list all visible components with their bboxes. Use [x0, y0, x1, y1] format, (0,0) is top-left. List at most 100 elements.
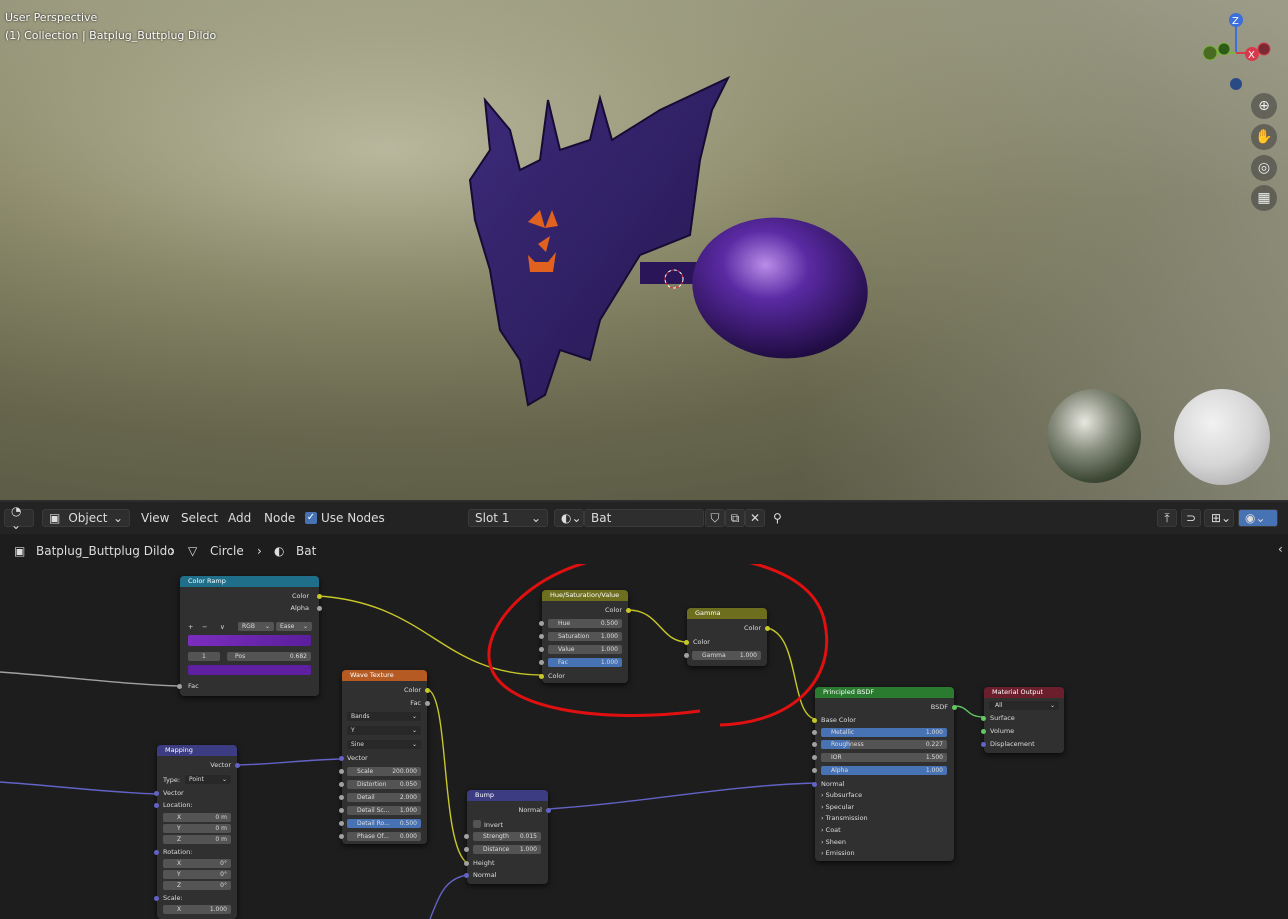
distortion-field[interactable]: Distortion 0.050: [347, 780, 421, 789]
location-x-field[interactable]: X0 m: [163, 813, 231, 822]
menu-select[interactable]: Select: [181, 509, 218, 527]
material-browse-button[interactable]: ◐⌄: [554, 509, 584, 527]
node-principled-bsdf[interactable]: Principled BSDF BSDF Base Color Metallic…: [812, 687, 957, 861]
socket-height-in[interactable]: [464, 861, 469, 866]
node-material-output[interactable]: Material Output All ⌄ Surface Volume Disp…: [981, 687, 1064, 753]
chevron-down-icon[interactable]: ∨: [220, 623, 225, 631]
color-mode-dropdown[interactable]: RGB ⌄: [238, 622, 274, 631]
socket-color-out[interactable]: [317, 594, 322, 599]
add-stop-button[interactable]: +: [188, 623, 193, 631]
socket-vector-out[interactable]: [235, 763, 240, 768]
3d-viewport[interactable]: User Perspective (1) Collection | Batplu…: [0, 0, 1288, 500]
socket-vector-in[interactable]: [154, 791, 159, 796]
socket-base-color-in[interactable]: [812, 718, 817, 723]
menu-node[interactable]: Node: [264, 509, 295, 527]
socket-displacement-in[interactable]: [981, 742, 986, 747]
use-nodes-toggle[interactable]: ✓ Use Nodes: [305, 509, 385, 527]
remove-stop-button[interactable]: −: [202, 623, 207, 631]
scale-field[interactable]: Scale 200.000: [347, 767, 421, 776]
distance-field[interactable]: Distance 1.000: [473, 845, 541, 854]
parent-node-tree-icon[interactable]: ⤒: [1157, 509, 1177, 527]
ior-field[interactable]: IOR 1.500: [821, 753, 947, 762]
socket-surface-in[interactable]: [981, 716, 986, 721]
node-editor-canvas[interactable]: Color Ramp Color Alpha + − ∨ RGB ⌄ Ease ⌄ …: [0, 564, 1288, 919]
value-field[interactable]: Value 1.000: [548, 645, 622, 654]
node-mapping[interactable]: Mapping Vector Type: Point ⌄ Vector Locat…: [154, 745, 240, 919]
panel-emission[interactable]: › Emission: [821, 849, 855, 857]
saturation-field[interactable]: Saturation 1.000: [548, 632, 622, 641]
pin-icon[interactable]: ⚲: [773, 509, 782, 527]
color-ramp-gradient[interactable]: [188, 635, 311, 646]
socket-metallic-in[interactable]: [812, 730, 817, 735]
node-color-ramp[interactable]: Color Ramp Color Alpha + − ∨ RGB ⌄ Ease ⌄ …: [177, 576, 322, 696]
socket-color-out[interactable]: [765, 626, 770, 631]
detail-field[interactable]: Detail 2.000: [347, 793, 421, 802]
rotation-y-field[interactable]: Y 0°: [163, 870, 231, 879]
grid-icon[interactable]: ▦: [1251, 185, 1277, 211]
duplicate-icon[interactable]: ⧉: [725, 509, 745, 527]
rotation-x-field[interactable]: X 0°: [163, 859, 231, 868]
socket-alpha-in[interactable]: [812, 768, 817, 773]
slot-dropdown[interactable]: Slot 1 ⌄: [468, 509, 548, 527]
editor-type-dropdown[interactable]: ◔ ⌄: [4, 504, 34, 532]
socket-vector-in[interactable]: [339, 756, 344, 761]
gamma-field[interactable]: Gamma 1.000: [692, 651, 761, 660]
socket-detail-roughness-in[interactable]: [339, 821, 344, 826]
socket-distance-in[interactable]: [464, 847, 469, 852]
socket-alpha-out[interactable]: [317, 606, 322, 611]
navigation-gizmo[interactable]: Z X: [1198, 8, 1278, 98]
wave-type-dropdown[interactable]: Bands ⌄: [347, 712, 421, 721]
hand-icon[interactable]: ✋: [1251, 124, 1277, 150]
socket-phase-in[interactable]: [339, 834, 344, 839]
node-hue-saturation-value[interactable]: Hue/Saturation/Value Color Hue 0.500 Satu…: [539, 590, 631, 683]
overlays-dropdown[interactable]: ◉⌄: [1238, 509, 1278, 527]
socket-scale-in[interactable]: [339, 769, 344, 774]
snap-icon[interactable]: ⊃: [1181, 509, 1201, 527]
material-name-field[interactable]: Bat: [584, 509, 704, 527]
detail-roughness-field[interactable]: Detail Ro... 0.500: [347, 819, 421, 828]
fac-field[interactable]: Fac 1.000: [548, 658, 622, 667]
wave-direction-dropdown[interactable]: Y ⌄: [347, 726, 421, 735]
roughness-field[interactable]: Roughness 0.227: [821, 740, 947, 749]
stop-index-field[interactable]: 1: [188, 652, 220, 661]
socket-fac-out[interactable]: [425, 701, 430, 706]
socket-color-in[interactable]: [684, 640, 689, 645]
mode-dropdown[interactable]: ▣ Object ⌄: [42, 509, 130, 527]
checkbox-icon[interactable]: ✓: [305, 512, 317, 524]
node-gamma[interactable]: Gamma Color Color Gamma 1.000: [684, 608, 770, 666]
socket-location-in[interactable]: [154, 803, 159, 808]
panel-coat[interactable]: › Coat: [821, 826, 841, 834]
socket-ior-in[interactable]: [812, 755, 817, 760]
socket-detail-in[interactable]: [339, 795, 344, 800]
snap-target-dropdown[interactable]: ⊞⌄: [1204, 509, 1234, 527]
location-z-field[interactable]: Z0 m: [163, 835, 231, 844]
alpha-field[interactable]: Alpha 1.000: [821, 766, 947, 775]
socket-fac-in[interactable]: [177, 684, 182, 689]
rotation-z-field[interactable]: Z 0°: [163, 881, 231, 890]
socket-fac-in[interactable]: [539, 660, 544, 665]
phase-offset-field[interactable]: Phase Of... 0.000: [347, 832, 421, 841]
detail-scale-field[interactable]: Detail Sc... 1.000: [347, 806, 421, 815]
socket-rotation-in[interactable]: [154, 850, 159, 855]
node-bump[interactable]: Bump Normal Invert Strength 0.015 Distanc…: [464, 790, 551, 884]
interpolation-dropdown[interactable]: Ease ⌄: [276, 622, 312, 631]
menu-add[interactable]: Add: [228, 509, 251, 527]
wave-profile-dropdown[interactable]: Sine ⌄: [347, 740, 421, 749]
socket-saturation-in[interactable]: [539, 634, 544, 639]
socket-scale-in[interactable]: [154, 896, 159, 901]
socket-color-in[interactable]: [539, 674, 544, 679]
socket-normal-in[interactable]: [812, 782, 817, 787]
camera-icon[interactable]: ◎: [1251, 155, 1277, 181]
invert-checkbox[interactable]: [473, 820, 481, 828]
socket-bsdf-out[interactable]: [952, 705, 957, 710]
socket-normal-in[interactable]: [464, 873, 469, 878]
socket-color-out[interactable]: [626, 608, 631, 613]
output-target-dropdown[interactable]: All ⌄: [989, 701, 1059, 710]
stop-color-swatch[interactable]: [188, 665, 311, 675]
menu-view[interactable]: View: [141, 509, 169, 527]
location-y-field[interactable]: Y0 m: [163, 824, 231, 833]
socket-hue-in[interactable]: [539, 621, 544, 626]
panel-transmission[interactable]: › Transmission: [821, 814, 868, 822]
panel-specular[interactable]: › Specular: [821, 803, 854, 811]
socket-strength-in[interactable]: [464, 834, 469, 839]
